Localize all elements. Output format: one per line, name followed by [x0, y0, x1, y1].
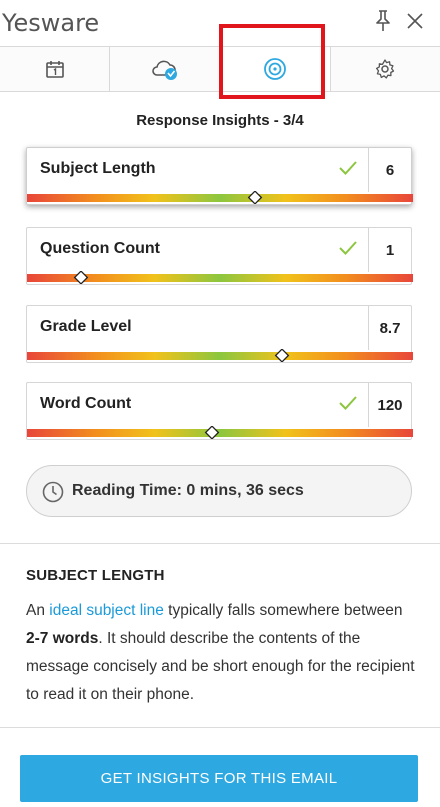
tab-calendar[interactable] [0, 47, 111, 91]
clock-icon [42, 481, 64, 503]
check-icon [339, 161, 357, 175]
divider-bottom [0, 727, 440, 728]
tab-response-insights[interactable] [220, 47, 331, 91]
check-icon [339, 241, 357, 255]
detail-bold: 2-7 words [26, 630, 99, 647]
ideal-subject-line-link[interactable]: ideal subject line [49, 602, 164, 619]
metric-gradient-bar [27, 271, 413, 284]
get-insights-button[interactable]: GET INSIGHTS FOR THIS EMAIL [20, 755, 418, 802]
cloud-sync-icon [152, 60, 177, 80]
target-icon [264, 58, 287, 80]
detail-body: An ideal subject line typically falls so… [26, 597, 418, 709]
metric-label: Subject Length [40, 160, 156, 177]
metric-label: Question Count [40, 240, 160, 257]
insights-title: Response Insights - 3/4 [136, 112, 304, 129]
detail-intro: An [26, 602, 50, 619]
check-icon [339, 396, 357, 410]
tab-cloud-sync[interactable] [110, 47, 221, 91]
detail-text1: typically falls somewhere between [163, 602, 403, 619]
metric-value: 8.7 [368, 306, 411, 350]
detail-heading: SUBJECT LENGTH [26, 567, 165, 584]
metric-gradient-bar [27, 426, 413, 439]
metric-card[interactable]: Subject Length 6 [26, 147, 413, 205]
close-icon[interactable] [404, 10, 426, 32]
tab-settings[interactable] [331, 47, 440, 91]
metric-gradient-bar [27, 191, 413, 204]
reading-time-text: Reading Time: 0 mins, 36 secs [72, 482, 304, 499]
metric-card[interactable]: Word Count 120 [26, 382, 413, 440]
reading-time-pill: Reading Time: 0 mins, 36 secs [26, 465, 412, 517]
metric-card[interactable]: Grade Level 8.7 [26, 305, 413, 363]
title-bar: Yesware [0, 0, 440, 46]
metric-label: Grade Level [40, 318, 132, 335]
pin-icon[interactable] [372, 8, 394, 34]
tab-bar [0, 46, 440, 92]
metric-card[interactable]: Question Count 1 [26, 227, 413, 285]
metric-value: 120 [368, 383, 411, 427]
app-title: Yesware [2, 9, 100, 37]
metric-label: Word Count [40, 395, 132, 412]
metric-value: 1 [368, 228, 411, 272]
gear-icon [376, 59, 395, 79]
metric-gradient-bar [27, 349, 413, 362]
metric-value: 6 [368, 148, 411, 192]
divider-top [0, 543, 440, 544]
calendar-icon [45, 61, 64, 78]
